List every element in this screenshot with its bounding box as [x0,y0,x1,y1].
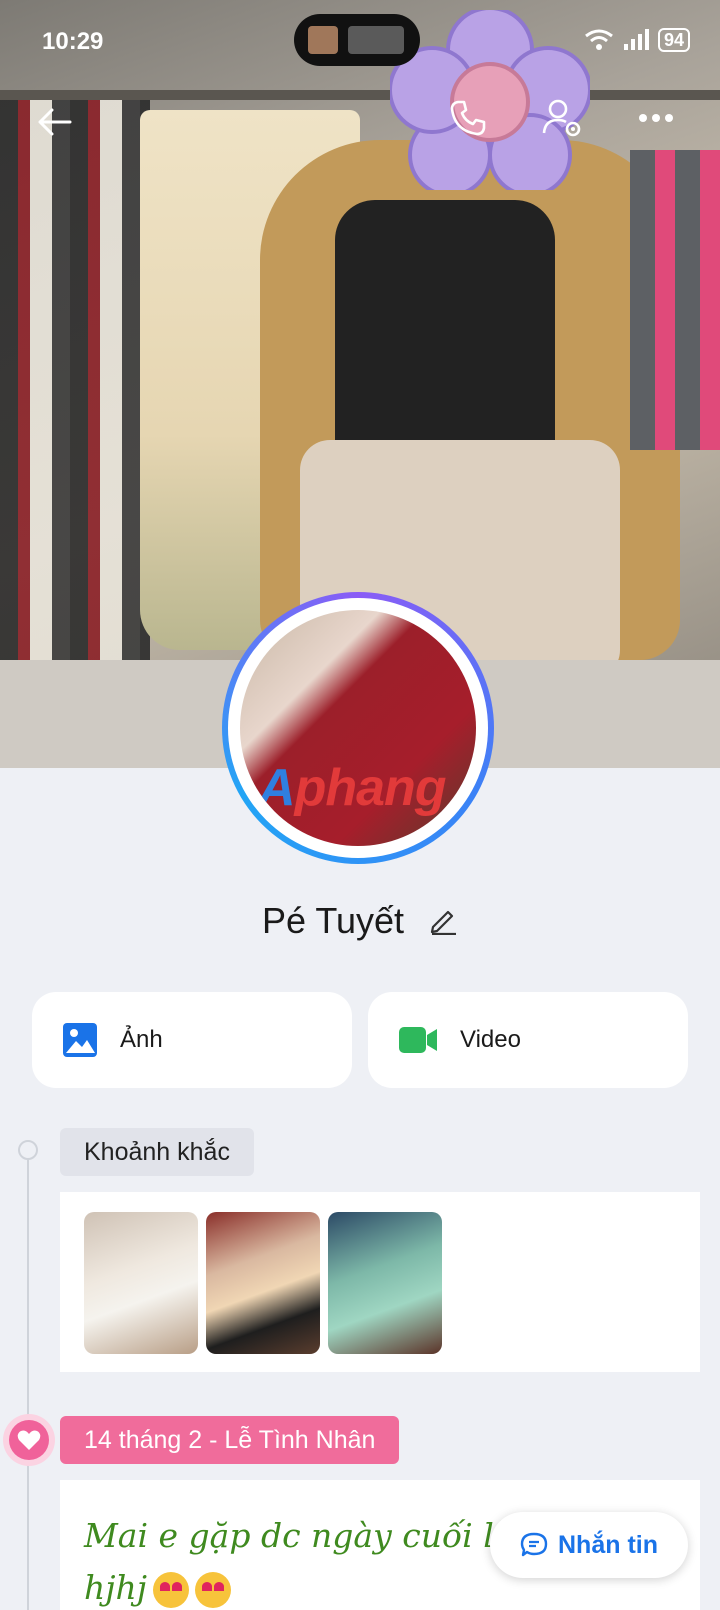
photos-button[interactable]: Ảnh [32,992,352,1088]
moments-heading: Khoảnh khắc [60,1128,254,1176]
valentine-heart-badge [9,1420,49,1460]
call-button[interactable] [440,90,496,146]
moment-thumbnail[interactable] [328,1212,442,1354]
message-label: Nhắn tin [558,1530,658,1559]
user-settings-icon [542,99,581,137]
cover-clothes-right [630,150,720,450]
message-button[interactable]: Nhắn tin [490,1512,688,1578]
status-bar: 10:29 94 [0,0,720,84]
chat-bubble-icon [520,1532,548,1557]
timeline-dot [18,1140,38,1160]
moment-thumbnail[interactable] [84,1212,198,1354]
avatar-photo: Aphang [240,610,476,846]
dynamic-island [294,14,420,66]
top-bar [0,94,720,154]
avatar-watermark: Aphang [258,759,447,817]
profile-name: Pé Tuyết [261,900,405,941]
phone-icon [450,100,486,136]
video-camera-icon [399,1027,437,1053]
event-heading: 14 tháng 2 - Lễ Tình Nhân [60,1416,400,1464]
island-redacted [348,26,404,54]
edit-name-button[interactable] [428,902,458,944]
moments-card [60,1192,700,1372]
moment-thumbnail[interactable] [206,1212,320,1354]
profile-settings-button[interactable] [534,90,590,146]
status-time: 10:29 [42,28,104,55]
video-button[interactable]: Video [368,992,688,1088]
timeline-line [27,1150,29,1610]
avatar-border: Aphang [228,598,488,858]
status-icons: 94 [584,28,690,52]
back-button[interactable] [26,94,82,150]
more-button[interactable] [628,90,684,146]
heart-eyes-emoji-icon [194,1572,231,1608]
cover-clothes-left [0,100,150,660]
island-avatar [308,26,338,54]
more-dots-icon [639,114,673,122]
profile-name-row: Pé Tuyết [0,900,720,944]
heart-icon [17,1430,41,1450]
battery-indicator: 94 [657,28,690,52]
wifi-icon [585,29,613,50]
heart-eyes-emoji-icon [152,1572,189,1608]
avatar[interactable]: Aphang [222,592,494,864]
pencil-icon [430,911,457,936]
photos-label: Ảnh [120,1026,163,1053]
video-label: Video [460,1026,521,1053]
photo-icon [63,1023,97,1057]
signal-icon [623,29,649,50]
back-arrow-icon [38,108,72,136]
